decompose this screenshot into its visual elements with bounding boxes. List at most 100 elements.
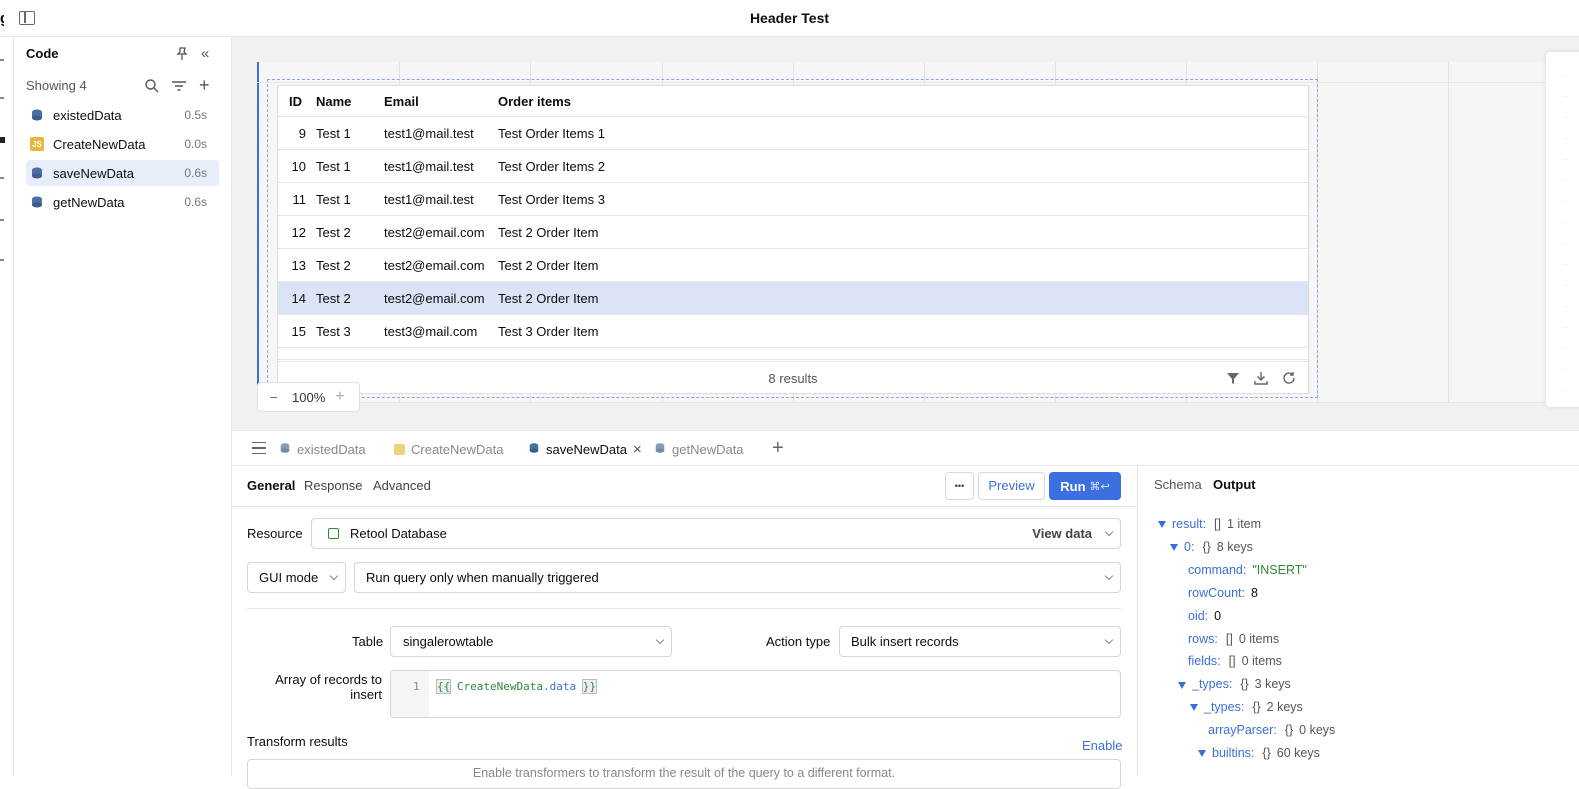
close-tab-icon[interactable]: × [633, 441, 642, 458]
expand-toggle-icon[interactable] [1158, 521, 1166, 529]
table-row[interactable]: 10 Test 1 test1@mail.test Test Order Items … [278, 150, 1308, 183]
code-panel-title: Code [26, 46, 59, 61]
expand-toggle-icon[interactable] [1198, 750, 1206, 758]
add-query-icon[interactable]: + [199, 76, 210, 94]
tab-existeddata[interactable]: existedData [279, 431, 366, 467]
filter-icon[interactable] [171, 78, 187, 94]
query-item-savenewdata[interactable]: saveNewData 0.6s [26, 160, 219, 186]
enable-link[interactable]: Enable [1082, 738, 1122, 753]
table-select[interactable]: singalerowtable [390, 626, 672, 657]
database-icon [654, 442, 666, 457]
download-icon[interactable] [1254, 371, 1268, 388]
database-icon [279, 442, 291, 457]
expand-toggle-icon[interactable] [1178, 681, 1186, 689]
records-code-editor[interactable]: 1 {{ CreateNewData.data }} [390, 670, 1121, 718]
app-title: Header Test [749, 10, 830, 26]
rail-icon-active[interactable] [0, 137, 5, 143]
output-line: rowCount: 8 [1188, 585, 1258, 600]
rail-icon[interactable] [0, 177, 4, 179]
table-cell-email: test1@mail.test [384, 159, 474, 174]
preview-button[interactable]: Preview [978, 472, 1045, 500]
table-cell-name: Test 1 [316, 126, 351, 141]
code-panel: Code « Showing 4 + existedData 0.5s JS C… [14, 37, 232, 776]
table-cell-order: Test Order Items 2 [498, 159, 605, 174]
tab-schema[interactable]: Schema [1154, 477, 1202, 492]
rail-icon[interactable] [0, 219, 4, 221]
javascript-icon: JS [30, 137, 44, 151]
query-item-getnewdata[interactable]: getNewData 0.6s [26, 189, 219, 215]
output-line: command: "INSERT" [1188, 562, 1307, 577]
menu-icon[interactable] [252, 442, 266, 454]
run-button[interactable]: Run ⌘↩ [1049, 472, 1121, 500]
table-cell-order: Test 2 Order Item [498, 258, 599, 273]
table-cell-email: test1@mail.test [384, 126, 474, 141]
table-cell-name: Test 2 [316, 258, 351, 273]
tab-response[interactable]: Response [304, 478, 363, 493]
tab-createnewdata[interactable]: CreateNewData [394, 431, 504, 467]
table-cell-id: 9 [298, 126, 306, 141]
mode-select[interactable]: GUI mode [247, 562, 346, 593]
table-cell-email: test2@email.com [384, 291, 485, 306]
rail-icon[interactable] [0, 259, 4, 261]
filter-icon[interactable] [1226, 371, 1240, 388]
more-options-button[interactable]: ••• [945, 472, 974, 500]
table-label: Table [352, 634, 384, 649]
tab-output[interactable]: Output [1213, 477, 1256, 492]
inspector-panel-edge [1546, 52, 1579, 407]
transform-results-label: Transform results [247, 734, 348, 749]
output-line: fields:[] 0 items [1188, 654, 1282, 669]
tab-savenewdata[interactable]: saveNewData × [528, 431, 642, 467]
pin-icon[interactable] [174, 46, 190, 62]
add-tab-icon[interactable]: + [772, 437, 784, 460]
left-rail [0, 37, 14, 776]
output-line[interactable]: _types:{} 3 keys [1178, 677, 1291, 691]
expand-toggle-icon[interactable] [1170, 544, 1178, 552]
expand-toggle-icon[interactable] [1190, 704, 1198, 712]
zoom-in-button[interactable]: + [335, 388, 344, 406]
output-line[interactable]: 0:{} 8 keys [1170, 540, 1253, 554]
table-cell-order: Test 2 Order Item [498, 291, 599, 306]
table-row[interactable]: 12 Test 2 test2@email.com Test 2 Order Item [278, 216, 1308, 249]
table-cell-email: test3@mail.com [384, 324, 478, 339]
table-footer: 8 results [278, 361, 1308, 393]
trigger-select[interactable]: Run query only when manually triggered [354, 562, 1121, 593]
search-icon[interactable] [144, 78, 160, 94]
table-cell-order: Test Order Items 1 [498, 126, 605, 141]
data-table[interactable]: ID Name Email Order items 9 Test 1 test1@m… [277, 85, 1309, 394]
table-row[interactable]: 9 Test 1 test1@mail.test Test Order Items 1 [278, 117, 1308, 150]
tab-getnewdata[interactable]: getNewData [654, 431, 744, 467]
view-data-link[interactable]: View data [1032, 526, 1092, 541]
zoom-control: − 100% + [257, 382, 360, 412]
table-cell-id: 11 [292, 192, 307, 207]
results-count: 8 results [768, 371, 818, 386]
table-cell-email: test2@email.com [384, 225, 485, 240]
table-row[interactable]: 14 Test 2 test2@email.com Test 2 Order Item [278, 282, 1308, 315]
output-line[interactable]: result:[] 1 item [1158, 517, 1261, 531]
output-line[interactable]: builtins:{} 60 keys [1198, 746, 1320, 760]
query-item-createnewdata[interactable]: JS CreateNewData 0.0s [26, 131, 219, 157]
query-item-existeddata[interactable]: existedData 0.5s [26, 102, 219, 128]
app-canvas[interactable]: ID Name Email Order items 9 Test 1 test1@m… [232, 37, 1579, 430]
table-cell-email: test1@mail.test [384, 192, 474, 207]
refresh-icon[interactable] [1282, 371, 1296, 388]
table-cell-order: Test Order Items 3 [498, 192, 605, 207]
tab-general[interactable]: General [247, 478, 295, 493]
table-row[interactable]: 15 Test 3 test3@mail.com Test 3 Order Item [278, 315, 1308, 348]
records-label: Array of records to insert [275, 672, 382, 702]
table-row[interactable]: 11 Test 1 test1@mail.test Test Order Items … [278, 183, 1308, 216]
output-line[interactable]: _types:{} 2 keys [1190, 700, 1303, 714]
query-tabs-bar: existedData CreateNewData saveNewData × … [232, 430, 1579, 466]
rail-icon[interactable] [0, 97, 4, 99]
query-editor: General Response Advanced ••• Preview Ru… [232, 466, 1137, 789]
action-type-select[interactable]: Bulk insert records [839, 626, 1121, 657]
zoom-out-button[interactable]: − [270, 390, 284, 405]
resource-select[interactable]: Retool Database View data [311, 518, 1121, 549]
zoom-level: 100% [292, 389, 326, 405]
rail-icon[interactable] [0, 59, 4, 61]
table-cell-name: Test 2 [316, 225, 351, 240]
table-row-partial [278, 348, 1308, 360]
database-icon [30, 108, 44, 122]
table-row[interactable]: 13 Test 2 test2@email.com Test 2 Order Item [278, 249, 1308, 282]
collapse-icon[interactable]: « [201, 45, 209, 62]
tab-advanced[interactable]: Advanced [373, 478, 431, 493]
